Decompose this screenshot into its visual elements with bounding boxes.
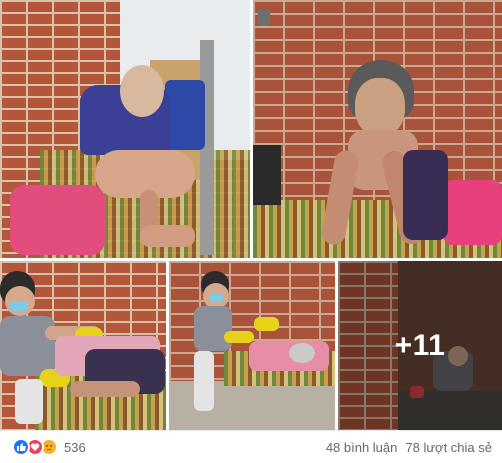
post-stats: 48 bình luận 78 lượt chia sẻ	[326, 440, 492, 455]
photo-grid: +11	[0, 0, 502, 430]
photo-1[interactable]	[0, 0, 250, 258]
photo-2[interactable]	[253, 0, 502, 258]
photo-5-more[interactable]: +11	[338, 261, 502, 430]
post-footer: 536 48 bình luận 78 lượt chia sẻ	[0, 430, 502, 463]
photo-3[interactable]	[0, 261, 166, 430]
reaction-count: 536	[64, 439, 86, 455]
reactions-summary[interactable]: 536	[12, 438, 86, 456]
like-icon	[12, 438, 30, 456]
photo-4[interactable]	[169, 261, 335, 430]
more-photos-overlay[interactable]: +11	[338, 261, 502, 430]
shares-count-link[interactable]: 78 lượt chia sẻ	[405, 440, 492, 455]
more-photos-count: +11	[394, 328, 446, 362]
lighting-fixture	[258, 10, 270, 26]
comments-count-link[interactable]: 48 bình luận	[326, 440, 398, 455]
